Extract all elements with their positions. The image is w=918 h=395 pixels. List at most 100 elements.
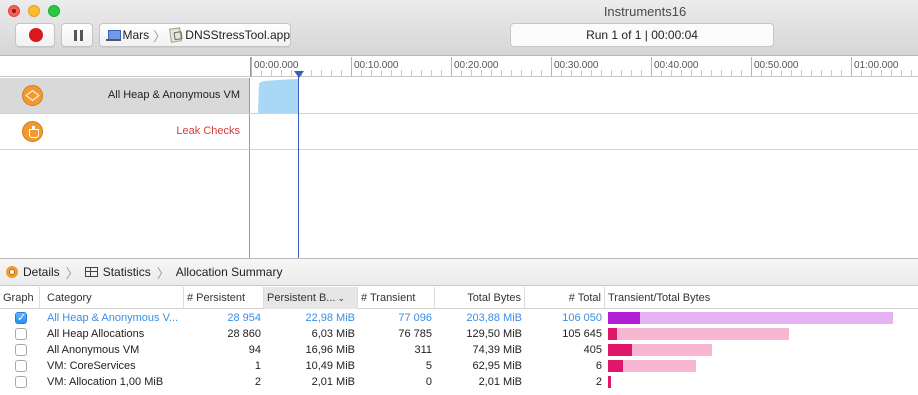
ruler-minor-tick	[461, 70, 462, 77]
cell-transient: 0	[425, 376, 432, 388]
column-persistent[interactable]: # Persistent	[184, 287, 264, 309]
track-leaks-title: Leak Checks	[176, 125, 240, 137]
cell-persistent: 28 954	[227, 312, 261, 324]
cell-persistent-bytes: 10,49 MiB	[305, 360, 355, 372]
cell-persistent-bytes: 22,98 MiB	[305, 312, 355, 324]
track-allocations-header[interactable]: All Heap & Anonymous VM	[0, 78, 250, 113]
pause-icon	[74, 30, 77, 41]
graph-checkbox[interactable]	[15, 310, 27, 326]
ruler-minor-tick	[481, 70, 482, 77]
ruler-minor-tick	[491, 70, 492, 77]
instrument-icon	[6, 266, 18, 278]
cell-transient: 76 785	[398, 328, 432, 340]
ruler-minor-tick	[521, 70, 522, 77]
run-status[interactable]: Run 1 of 1 | 00:00:04	[510, 23, 774, 47]
ruler-minor-tick	[671, 70, 672, 77]
cell-persistent-bytes: 2,01 MiB	[311, 376, 355, 388]
ruler-major-tick	[651, 57, 652, 77]
table-row[interactable]: VM: CoreServices 1 10,49 MiB 5 62,95 MiB 6	[0, 358, 918, 374]
close-window-button[interactable]	[8, 5, 20, 17]
ruler-minor-tick	[721, 70, 722, 77]
table-row[interactable]: All Anonymous VM 94 16,96 MiB 311 74,39 MiB 4…	[0, 342, 918, 358]
table-icon	[84, 267, 98, 277]
timeline-ruler[interactable]: 00:00.000 00:10.000 00:20.000 00:30.000 00:4…	[250, 57, 918, 77]
ruler-minor-tick	[541, 70, 542, 77]
table-header: Graph Category # Persistent Persistent B…	[0, 287, 918, 309]
ruler-minor-tick	[881, 70, 882, 77]
track-allocations[interactable]: All Heap & Anonymous VM	[0, 78, 918, 114]
cell-category: All Heap & Anonymous V...	[47, 312, 179, 324]
crumb-allocation-summary[interactable]: Allocation Summary	[176, 265, 283, 279]
column-transient-total-bytes[interactable]: Transient/Total Bytes	[605, 287, 918, 309]
cell-transient: 311	[414, 344, 432, 356]
allocation-table[interactable]: All Heap & Anonymous V... 28 954 22,98 MiB…	[0, 310, 918, 395]
graph-checkbox[interactable]	[15, 328, 27, 340]
crumb-details[interactable]: Details	[23, 265, 60, 279]
ruler-minor-tick	[801, 70, 802, 77]
ruler-minor-tick	[271, 70, 272, 77]
cell-total-bytes: 129,50 MiB	[466, 328, 522, 340]
persistent-bytes-bar	[608, 376, 611, 388]
crumb-statistics[interactable]: Statistics	[103, 265, 151, 279]
playhead-handle[interactable]	[294, 71, 304, 78]
ruler-minor-tick	[601, 70, 602, 77]
table-row[interactable]: All Heap & Anonymous V... 28 954 22,98 MiB…	[0, 310, 918, 326]
ruler-minor-tick	[771, 70, 772, 77]
ruler-minor-tick	[781, 70, 782, 77]
ruler-minor-tick	[791, 70, 792, 77]
graph-checkbox[interactable]	[15, 360, 27, 372]
table-row[interactable]: VM: Allocation 1,00 MiB 2 2,01 MiB 0 2,01 Mi…	[0, 374, 918, 390]
cell-category: VM: Allocation 1,00 MiB	[47, 376, 164, 388]
persistent-bytes-bar	[608, 344, 632, 356]
ruler-major-tick	[451, 57, 452, 77]
ruler-minor-tick	[421, 70, 422, 77]
track-leaks[interactable]: Leak Checks	[0, 114, 918, 150]
laptop-icon	[106, 29, 122, 41]
record-button[interactable]	[15, 23, 55, 47]
details-jump-bar: Details 〉 Statistics 〉 Allocation Summar…	[0, 258, 918, 286]
column-category[interactable]: Category	[44, 287, 184, 309]
total-bytes-bar	[608, 328, 789, 340]
target-selector[interactable]: Mars 〉 DNSStressTool.app	[99, 23, 291, 47]
ruler-minor-tick	[321, 70, 322, 77]
cell-total-bytes: 2,01 MiB	[478, 376, 522, 388]
ruler-minor-tick	[841, 70, 842, 77]
total-bytes-bar	[608, 312, 893, 324]
ruler-minor-tick	[911, 70, 912, 77]
ruler-minor-tick	[741, 70, 742, 77]
ruler-minor-tick	[701, 70, 702, 77]
graph-checkbox[interactable]	[15, 376, 27, 388]
ruler-minor-tick	[441, 70, 442, 77]
column-total[interactable]: # Total	[525, 287, 605, 309]
ruler-minor-tick	[591, 70, 592, 77]
track-leaks-header[interactable]: Leak Checks	[0, 114, 250, 149]
ruler-minor-tick	[341, 70, 342, 77]
column-graph[interactable]: Graph	[0, 287, 40, 309]
cell-total-bytes: 62,95 MiB	[472, 360, 522, 372]
column-persistent-bytes[interactable]: Persistent B... ⌄	[264, 287, 358, 309]
ruler-minor-tick	[571, 70, 572, 77]
ruler-spacer	[0, 57, 250, 77]
ruler-minor-tick	[311, 70, 312, 77]
chevron-down-icon: ⌄	[337, 293, 346, 303]
ruler-major-tick	[551, 57, 552, 77]
ruler-minor-tick	[861, 70, 862, 77]
cell-category: All Anonymous VM	[47, 344, 140, 356]
ruler-minor-tick	[611, 70, 612, 77]
pause-button[interactable]	[61, 23, 93, 47]
column-total-bytes[interactable]: Total Bytes	[435, 287, 525, 309]
column-transient[interactable]: # Transient	[358, 287, 435, 309]
ruler-minor-tick	[511, 70, 512, 77]
ruler-minor-tick	[361, 70, 362, 77]
minimize-window-button[interactable]	[28, 5, 40, 17]
allocations-icon	[22, 85, 43, 106]
zoom-window-button[interactable]	[48, 5, 60, 17]
graph-checkbox[interactable]	[15, 344, 27, 356]
ruler-minor-tick	[261, 70, 262, 77]
leaks-icon	[22, 121, 43, 142]
ruler-major-tick	[251, 57, 252, 77]
ruler-minor-tick	[761, 70, 762, 77]
ruler-minor-tick	[371, 70, 372, 77]
table-row[interactable]: All Heap Allocations 28 860 6,03 MiB 76 785…	[0, 326, 918, 342]
ruler-minor-tick	[661, 70, 662, 77]
